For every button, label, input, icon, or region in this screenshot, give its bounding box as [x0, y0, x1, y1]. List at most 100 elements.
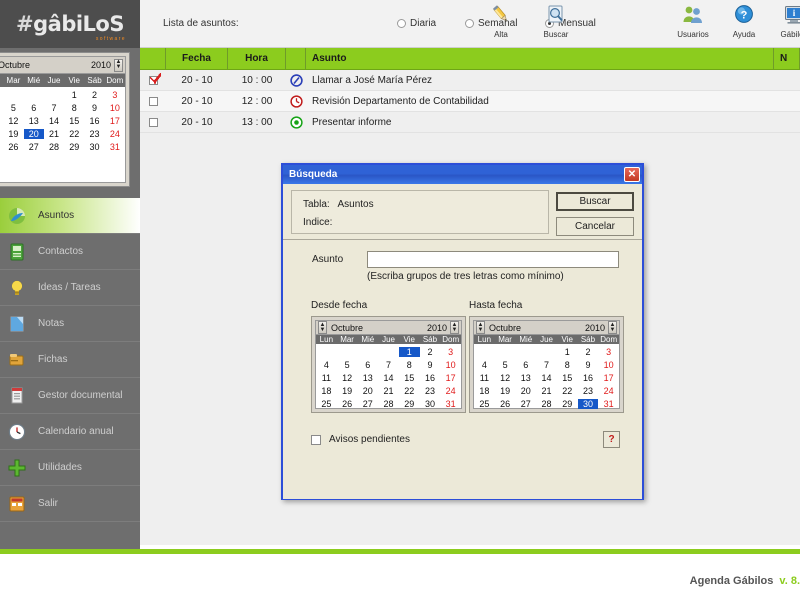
hasta-calendar-day-12[interactable]: 12: [495, 373, 516, 383]
mini-calendar-day-19[interactable]: 19: [3, 129, 23, 139]
table-row[interactable]: 20 - 10 12 : 00 Revisión Departamento de C…: [140, 91, 800, 112]
desde-calendar-day-13[interactable]: 13: [357, 373, 378, 383]
sidebar-item-gestor-documental[interactable]: Gestor documental: [0, 378, 140, 414]
mini-calendar-day-20[interactable]: 20: [23, 128, 44, 139]
mini-calendar-day-1[interactable]: 1: [64, 90, 84, 100]
mini-calendar-day-24[interactable]: 24: [105, 129, 125, 139]
hasta-calendar-day-20[interactable]: 20: [515, 386, 536, 396]
hasta-calendar-day-25[interactable]: 25: [474, 399, 495, 409]
help-icon[interactable]: ?: [603, 431, 620, 448]
mini-calendar-day-14[interactable]: 14: [44, 116, 64, 126]
desde-calendar-day-6[interactable]: 6: [357, 360, 378, 370]
mini-calendar-day-22[interactable]: 22: [64, 129, 84, 139]
alta-button[interactable]: Alta: [475, 4, 527, 39]
usuarios-button[interactable]: Usuarios: [667, 4, 719, 39]
year-spinner[interactable]: ▲ ▼: [114, 58, 123, 72]
dialog-cancelar-button[interactable]: Cancelar: [556, 217, 634, 236]
desde-calendar-day-28[interactable]: 28: [378, 399, 399, 409]
mini-calendar-day-30[interactable]: 30: [84, 142, 104, 152]
hasta-calendar-day-16[interactable]: 16: [578, 373, 599, 383]
sidebar-item-utilidades[interactable]: Utilidades: [0, 450, 140, 486]
mini-calendar-day-15[interactable]: 15: [64, 116, 84, 126]
hasta-calendar-day-24[interactable]: 24: [598, 386, 619, 396]
asunto-input[interactable]: [367, 251, 619, 268]
desde-calendar-day-4[interactable]: 4: [316, 360, 337, 370]
table-header-fecha[interactable]: Fecha: [166, 48, 228, 69]
sidebar-item-fichas[interactable]: Fichas: [0, 342, 140, 378]
desde-calendar-day-20[interactable]: 20: [357, 386, 378, 396]
hasta-calendar-day-19[interactable]: 19: [495, 386, 516, 396]
hasta-calendar-day-27[interactable]: 27: [515, 399, 536, 409]
hasta-calendar-day-1[interactable]: 1: [557, 347, 578, 357]
desde-calendar-day-17[interactable]: 17: [440, 373, 461, 383]
table-header-hora[interactable]: Hora: [228, 48, 286, 69]
mini-calendar-day-13[interactable]: 13: [24, 116, 44, 126]
desde-year-spinner[interactable]: ▲ ▼: [450, 321, 459, 334]
mini-calendar-day-26[interactable]: 26: [3, 142, 23, 152]
desde-calendar-day-11[interactable]: 11: [316, 373, 337, 383]
hasta-calendar-day-15[interactable]: 15: [557, 373, 578, 383]
mini-calendar-day-12[interactable]: 12: [3, 116, 23, 126]
mini-calendar-day-31[interactable]: 31: [105, 142, 125, 152]
ayuda-button[interactable]: ? Ayuda: [718, 4, 770, 39]
row-checkbox-cell[interactable]: [140, 91, 166, 111]
gabilos-button[interactable]: i Gábilos: [768, 4, 800, 39]
table-header-n[interactable]: N: [774, 48, 800, 69]
hasta-calendar-day-2[interactable]: 2: [578, 347, 599, 357]
hasta-calendar-day-26[interactable]: 26: [495, 399, 516, 409]
desde-calendar-day-3[interactable]: 3: [440, 347, 461, 357]
mini-calendar-day-7[interactable]: 7: [44, 103, 64, 113]
desde-calendar-day-24[interactable]: 24: [440, 386, 461, 396]
hasta-calendar-day-14[interactable]: 14: [536, 373, 557, 383]
hasta-calendar-body[interactable]: 1 2 3 4 5 6 7 8 9 10 11 12 13 14 15 16 17 18 19 20 21 22 23 24 2…: [474, 344, 619, 410]
desde-calendar-day-8[interactable]: 8: [399, 360, 420, 370]
hasta-calendar-day-29[interactable]: 29: [557, 399, 578, 409]
mini-calendar[interactable]: ▲▼ Octubre 2010 ▲▼ LunMarMiéJueVieSábDom…: [0, 52, 130, 187]
sidebar-item-salir[interactable]: Salir: [0, 486, 140, 522]
desde-calendar-day-23[interactable]: 23: [420, 386, 441, 396]
desde-month-spinner[interactable]: ▲ ▼: [318, 321, 327, 334]
mini-calendar-day-5[interactable]: 5: [3, 103, 23, 113]
hasta-calendar-day-22[interactable]: 22: [557, 386, 578, 396]
hasta-calendar-day-21[interactable]: 21: [536, 386, 557, 396]
mini-calendar-body[interactable]: 1234567891011121314151617181920212223242…: [0, 87, 125, 182]
hasta-calendar-day-13[interactable]: 13: [515, 373, 536, 383]
mini-calendar-day-29[interactable]: 29: [64, 142, 84, 152]
mini-calendar-day-3[interactable]: 3: [105, 90, 125, 100]
hasta-fecha-calendar[interactable]: ▲ ▼ Octubre 2010 ▲ ▼ Lun Mar Mié Jue Vie Sáb Dom…: [469, 316, 624, 413]
desde-calendar-day-7[interactable]: 7: [378, 360, 399, 370]
hasta-calendar-day-7[interactable]: 7: [536, 360, 557, 370]
close-icon[interactable]: ✕: [624, 167, 640, 182]
row-checkbox-cell[interactable]: [140, 70, 166, 90]
desde-calendar-day-2[interactable]: 2: [420, 347, 441, 357]
hasta-calendar-day-5[interactable]: 5: [495, 360, 516, 370]
desde-calendar-day-31[interactable]: 31: [440, 399, 461, 409]
mini-calendar-day-6[interactable]: 6: [24, 103, 44, 113]
hasta-calendar-day-8[interactable]: 8: [557, 360, 578, 370]
hasta-calendar-day-23[interactable]: 23: [578, 386, 599, 396]
hasta-calendar-day-28[interactable]: 28: [536, 399, 557, 409]
desde-calendar-day-29[interactable]: 29: [399, 399, 420, 409]
mini-calendar-day-8[interactable]: 8: [64, 103, 84, 113]
hasta-calendar-day-31[interactable]: 31: [598, 399, 619, 409]
row-checkbox-cell[interactable]: [140, 112, 166, 132]
hasta-calendar-day-3[interactable]: 3: [598, 347, 619, 357]
dialog-buscar-button[interactable]: Buscar: [556, 192, 634, 211]
desde-calendar-day-30[interactable]: 30: [420, 399, 441, 409]
desde-calendar-day-14[interactable]: 14: [378, 373, 399, 383]
avisos-pendientes-checkbox[interactable]: Avisos pendientes: [311, 434, 410, 445]
radio-diaria[interactable]: Diaria: [397, 18, 436, 29]
hasta-calendar-day-9[interactable]: 9: [578, 360, 599, 370]
sidebar-item-contactos[interactable]: Contactos: [0, 234, 140, 270]
desde-calendar-day-12[interactable]: 12: [337, 373, 358, 383]
desde-calendar-day-10[interactable]: 10: [440, 360, 461, 370]
mini-calendar-day-17[interactable]: 17: [105, 116, 125, 126]
table-row[interactable]: 20 - 10 13 : 00 Presentar informe: [140, 112, 800, 133]
mini-calendar-day-10[interactable]: 10: [105, 103, 125, 113]
hasta-calendar-day-17[interactable]: 17: [598, 373, 619, 383]
sidebar-item-calendario-anual[interactable]: Calendario anual: [0, 414, 140, 450]
desde-calendar-day-26[interactable]: 26: [337, 399, 358, 409]
hasta-year-spinner[interactable]: ▲ ▼: [608, 321, 617, 334]
row-checkbox[interactable]: [148, 96, 158, 106]
sidebar-item-ideas-tareas[interactable]: Ideas / Tareas: [0, 270, 140, 306]
